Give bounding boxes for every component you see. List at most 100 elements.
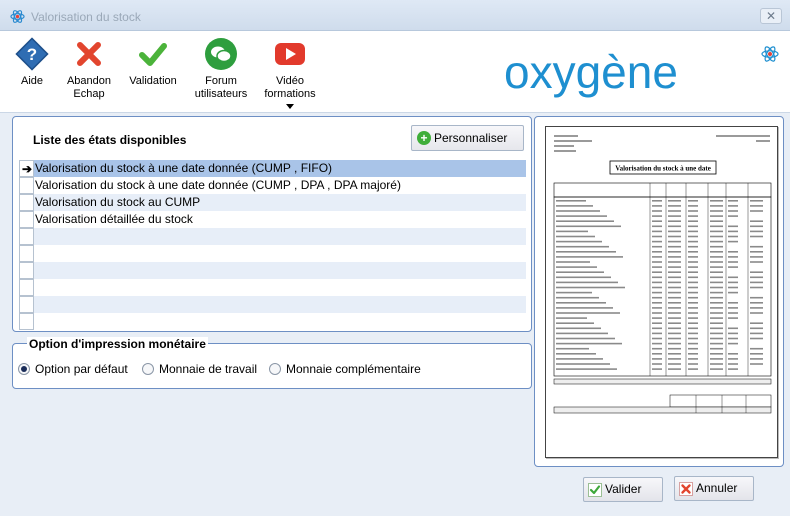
- row-selector[interactable]: [19, 211, 34, 228]
- thumb-row-value: [668, 215, 681, 217]
- thumb-row-value: [750, 205, 763, 207]
- thumb-row-value: [652, 220, 662, 222]
- report-thumbnail: Valorisation du stock à une date: [545, 126, 778, 458]
- table-row[interactable]: Valorisation du stock à une date donnée …: [19, 177, 526, 194]
- thumb-row-text: [556, 317, 587, 319]
- table-row[interactable]: [19, 262, 526, 279]
- customize-button[interactable]: + Personnaliser: [411, 125, 524, 151]
- validation-button[interactable]: Validation: [118, 37, 188, 88]
- help-icon: ?: [15, 37, 49, 71]
- thumb-row-value: [652, 337, 662, 340]
- table-row[interactable]: [19, 228, 526, 245]
- thumb-row-value: [668, 296, 681, 299]
- state-label: [34, 228, 526, 245]
- valider-button[interactable]: Valider: [583, 477, 663, 502]
- row-selector[interactable]: [19, 245, 34, 262]
- thumb-row-value: [750, 302, 763, 304]
- thumb-row-value: [728, 342, 738, 345]
- thumb-row-text: [556, 302, 606, 304]
- thumb-row-value: [652, 240, 662, 243]
- row-selector[interactable]: [19, 177, 34, 194]
- thumb-row-text: [556, 322, 594, 324]
- svg-text:?: ?: [27, 45, 37, 64]
- thumb-row-value: [668, 347, 681, 350]
- video-label: Vidéo formations: [264, 75, 316, 100]
- thumb-row-value: [688, 363, 698, 365]
- thumb-row-text: [556, 337, 615, 340]
- radio-option-default[interactable]: Option par défaut: [18, 363, 128, 376]
- row-selector[interactable]: [19, 228, 34, 245]
- table-row[interactable]: ➔ Valorisation du stock à une date donné…: [19, 160, 526, 177]
- thumb-row-value: [710, 312, 723, 314]
- thumb-row-value: [668, 317, 681, 319]
- customize-label: Personnaliser: [434, 131, 508, 145]
- thumb-row-value: [668, 363, 681, 365]
- thumb-row-value: [750, 261, 763, 263]
- thumb-row-text: [556, 266, 597, 268]
- thumb-row-value: [652, 256, 662, 258]
- thumb-row-value: [652, 230, 662, 233]
- video-play-icon: [275, 43, 305, 65]
- row-selector[interactable]: [19, 279, 34, 296]
- thumb-row-value: [688, 225, 698, 228]
- thumb-row-value: [728, 307, 738, 309]
- thumb-row-value: [688, 291, 698, 294]
- annuler-button[interactable]: Annuler: [674, 476, 754, 501]
- radio-working-currency[interactable]: Monnaie de travail: [142, 363, 257, 376]
- thumb-row-text: [556, 240, 602, 243]
- thumb-row-value: [668, 261, 681, 263]
- table-row[interactable]: Valorisation du stock au CUMP: [19, 194, 526, 211]
- forum-button[interactable]: Forum utilisateurs: [186, 37, 256, 101]
- thumb-row-value: [688, 230, 698, 233]
- thumb-row-text: [556, 220, 614, 222]
- table-row[interactable]: [19, 296, 526, 313]
- abandon-button[interactable]: Abandon Echap: [54, 37, 124, 101]
- state-label: [34, 279, 526, 296]
- thumb-row-value: [710, 296, 723, 299]
- thumb-row-value: [750, 353, 763, 355]
- thumb-row-text: [556, 332, 608, 335]
- table-row[interactable]: [19, 279, 526, 296]
- abandon-label: Abandon Echap: [66, 75, 112, 100]
- thumb-row-value: [688, 240, 698, 243]
- thumb-row-value: [728, 281, 738, 284]
- thumb-row-text: [556, 296, 599, 299]
- table-row[interactable]: [19, 245, 526, 262]
- radio-complementary-currency[interactable]: Monnaie complémentaire: [269, 363, 421, 376]
- thumb-row-value: [668, 322, 681, 324]
- thumb-row-value: [652, 235, 662, 238]
- thumb-row-text: [556, 210, 600, 212]
- checkmark-icon: [139, 43, 167, 66]
- title-bar: Valorisation du stock ✕: [0, 0, 790, 31]
- thumb-row-value: [728, 240, 738, 243]
- thumb-row-value: [652, 281, 662, 284]
- thumb-row-value: [652, 322, 662, 324]
- row-selector[interactable]: [19, 313, 34, 330]
- thumb-row-value: [728, 332, 738, 335]
- thumb-row-value: [750, 225, 763, 228]
- thumb-row-value: [668, 245, 681, 248]
- aide-label: Aide: [20, 75, 44, 87]
- thumb-row-value: [668, 271, 681, 273]
- thumb-row-text: [556, 271, 604, 273]
- table-row[interactable]: [19, 313, 526, 330]
- video-button[interactable]: Vidéo formations: [255, 37, 325, 109]
- close-window-button[interactable]: ✕: [760, 8, 782, 24]
- row-selector[interactable]: [19, 194, 34, 211]
- row-selector[interactable]: [19, 262, 34, 279]
- thumb-row-value: [652, 286, 662, 289]
- row-selector[interactable]: [19, 296, 34, 313]
- thumb-row-text: [556, 327, 601, 330]
- thumb-row-value: [668, 205, 681, 207]
- thumb-row-value: [668, 291, 681, 294]
- thumb-row-value: [728, 261, 738, 263]
- thumb-row-value: [652, 291, 662, 294]
- table-row[interactable]: Valorisation détaillée du stock: [19, 211, 526, 228]
- thumb-row-value: [652, 276, 662, 279]
- row-selector[interactable]: ➔: [19, 160, 34, 177]
- thumb-row-value: [728, 205, 738, 207]
- thumb-row-value: [728, 200, 738, 202]
- thumb-row-value: [710, 251, 723, 253]
- radio-empty-icon: [142, 363, 154, 375]
- thumb-row-value: [710, 271, 723, 273]
